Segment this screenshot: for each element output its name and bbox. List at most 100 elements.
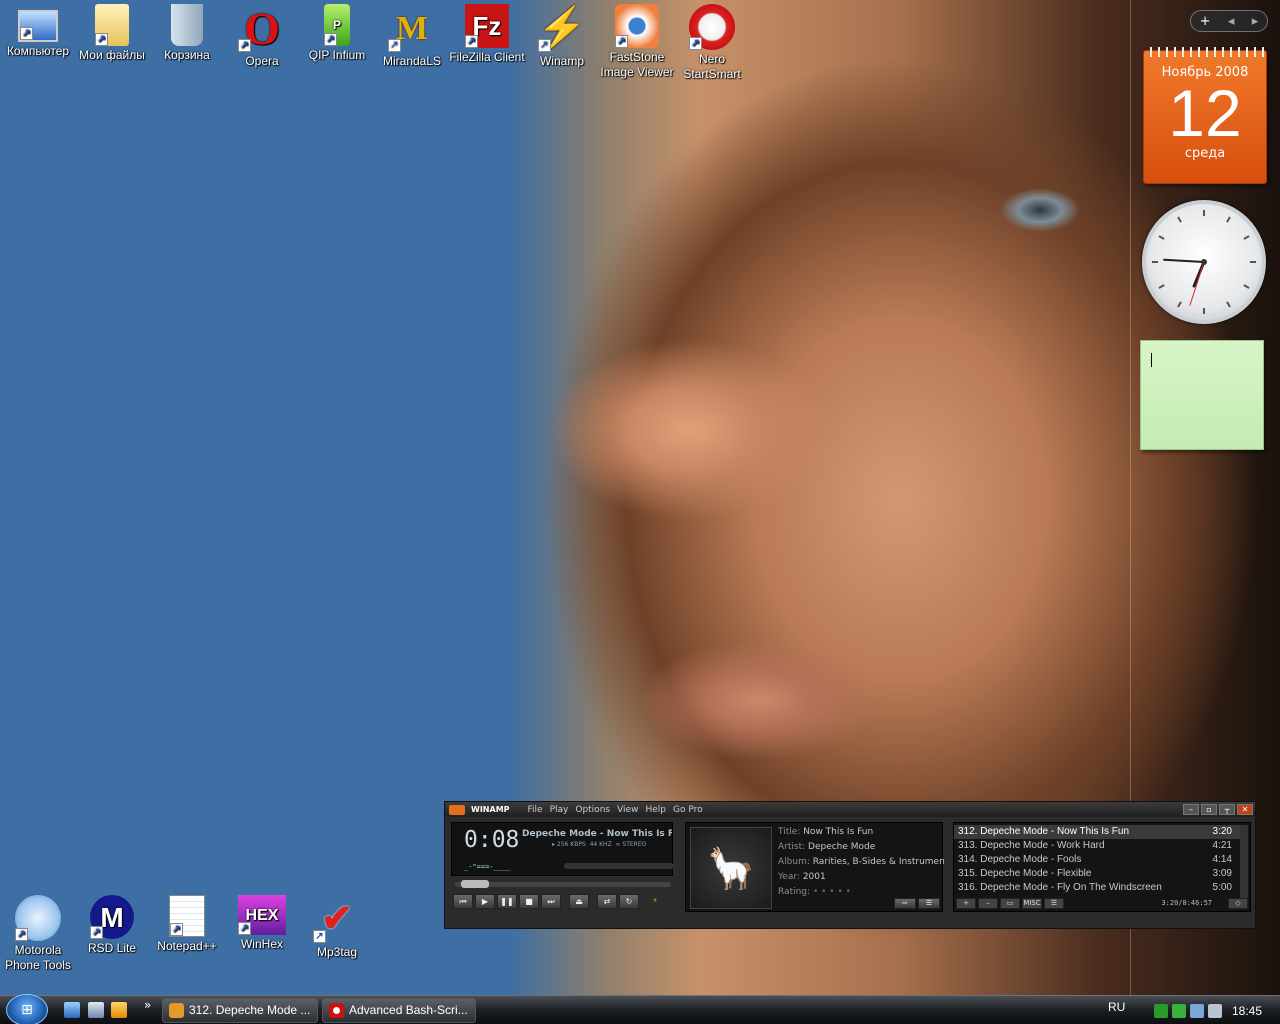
desktop-icon-winhex[interactable]: HEX ↗ WinHex [224,893,300,952]
stop-button[interactable]: ■ [519,894,539,909]
quick-launch-chevron-icon[interactable]: » [144,998,151,1012]
minimize-button[interactable]: – [1183,804,1199,815]
add-gadget-icon[interactable]: + [1200,14,1211,29]
desktop-icon-recycle-bin[interactable]: Корзина [149,2,225,63]
menu-view[interactable]: View [617,805,638,815]
show-desktop-icon[interactable] [64,1002,80,1018]
desktop-icon-notepadpp[interactable]: ↗ Notepad++ [149,893,225,954]
mp3tag-icon: ✔ ↗ [313,895,361,943]
playlist-misc-button[interactable]: MISC [1022,897,1042,909]
desktop-icon-label: RSD Lite [87,941,137,955]
media-player-icon[interactable] [111,1002,127,1018]
menu-file[interactable]: File [528,805,543,815]
winamp-player-panel: 0:08 Depeche Mode - Now This Is Fun ▸ 25… [451,822,674,914]
seek-knob[interactable] [461,880,489,888]
bitrate-value: 256 [556,841,569,848]
desktop-icon-winamp[interactable]: ⚡ ↗ Winamp [524,2,600,69]
seek-bar[interactable] [455,880,671,888]
menu-help[interactable]: Help [645,805,666,815]
windows-logo-icon: ⊞ [21,1002,33,1018]
desktop-icon-label: Opera [245,54,279,68]
desktop-icon-miranda[interactable]: M ↗ MirandaLS [374,2,450,69]
desktop-icon-label: Winamp [539,54,584,68]
close-button[interactable]: ✕ [1237,804,1253,815]
repeat-button[interactable]: ↻ [619,894,639,909]
playlist-footer: + – ▭ MISC ☰ 3:20/8:46:57 ◇ [956,897,1248,909]
next-page-icon[interactable]: ▸ [1252,14,1259,29]
desktop-icon-faststone[interactable]: ↗ FastStone Image Viewer [599,2,675,80]
sidebar-controls: + ◂ ▸ [1190,10,1268,32]
playlist-item[interactable]: 314. Depeche Mode - Fools 4:14 [954,853,1242,867]
playlist-add-button[interactable]: + [956,897,976,909]
previous-button[interactable]: ⏮ [453,894,473,909]
meta-menu-icon[interactable]: ☰ [918,898,940,909]
volume-icon[interactable] [1208,1003,1222,1018]
taskbar-button-label: 312. Depeche Mode ... [189,1003,311,1017]
meta-title-row: Title: Now This Is Fun [778,827,874,837]
calendar-rings [1144,47,1266,57]
playlist-select-button[interactable]: ▭ [1000,897,1020,909]
desktop-icon-opera[interactable]: O ↗ Opera [224,2,300,69]
desktop-icon-rsd-lite[interactable]: M ↗ RSD Lite [74,893,150,956]
desktop-icon-mp3tag[interactable]: ✔ ↗ Mp3tag [299,893,375,960]
desktop-icon-qip[interactable]: P ↗ QIP Infium [299,2,375,63]
menu-options[interactable]: Options [575,805,610,815]
menu-go-pro[interactable]: Go Pro [673,805,703,815]
system-clock[interactable]: 18:45 [1232,1004,1262,1018]
winhex-icon: HEX ↗ [238,895,286,935]
desktop-icon-motorola-phone-tools[interactable]: ↗ Motorola Phone Tools [0,893,76,973]
meta-rating[interactable]: • • • • • [813,887,851,897]
meta-year: 2001 [802,872,826,882]
playlist-item[interactable]: 316. Depeche Mode - Fly On The Windscree… [954,881,1242,895]
menu-play[interactable]: Play [550,805,569,815]
desktop-icon-label: MirandaLS [382,54,442,68]
playlist-remove-button[interactable]: – [978,897,998,909]
playlist-item[interactable]: 313. Depeche Mode - Work Hard 4:21 [954,839,1242,853]
playlist-panel: 312. Depeche Mode - Now This Is Fun 3:20 … [953,822,1251,912]
stereo-label: STEREO [622,841,647,848]
desktop-icon-label: FastStone Image Viewer [600,50,674,79]
volume-slider[interactable] [564,863,674,869]
taskbar-button-winamp[interactable]: 312. Depeche Mode ... [162,998,318,1023]
pause-button[interactable]: ❚❚ [497,894,517,909]
winamp-window[interactable]: WINAMP File Play Options View Help Go Pr… [444,801,1256,929]
desktop-icon-my-files[interactable]: ↗ Мои файлы [74,2,150,63]
eject-button[interactable]: ⏏ [569,894,589,909]
start-button[interactable]: ⊞ [6,994,48,1024]
desktop-icon-filezilla[interactable]: Fz ↗ FileZilla Client [449,2,525,65]
language-indicator[interactable]: RU [1108,1000,1125,1014]
desktop-icon-nero[interactable]: ↗ Nero StartSmart [674,2,750,82]
desktop-icon-label: Motorola Phone Tools [5,943,71,972]
previous-page-icon[interactable]: ◂ [1228,14,1235,29]
tray-app-icon[interactable] [1154,1003,1168,1018]
visualizer[interactable]: _-"===-____ [464,863,510,871]
playlist-item[interactable]: 315. Depeche Mode - Flexible 3:09 [954,867,1242,881]
network-icon[interactable] [1190,1003,1204,1018]
calendar-gadget[interactable]: Ноябрь 2008 12 среда [1143,47,1267,184]
switch-windows-icon[interactable] [88,1002,104,1018]
opera-icon [329,1003,344,1018]
sticky-note-gadget[interactable] [1140,340,1264,450]
shade-button[interactable]: ┬ [1219,804,1235,815]
play-button[interactable]: ▶ [475,894,495,909]
desktop-icon-computer[interactable]: ↗ Компьютер [0,2,76,59]
nero-icon: ↗ [689,4,735,50]
taskbar-button-opera[interactable]: Advanced Bash-Scri... [322,998,476,1023]
restore-button[interactable]: ▫ [1201,804,1217,815]
calendar-weekday: среда [1184,146,1226,161]
playlist-scrollbar[interactable] [1240,825,1248,901]
send-to-icon[interactable]: ⇨ [894,898,916,909]
playlist-item[interactable]: 312. Depeche Mode - Now This Is Fun 3:20 [954,825,1242,839]
tray-qip-icon[interactable] [1172,1003,1186,1018]
playlist-options-button[interactable]: ◇ [1228,897,1248,909]
clock-gadget[interactable] [1142,200,1266,324]
winamp-bolt-icon[interactable]: ⚡ [645,894,665,909]
winamp-titlebar[interactable]: WINAMP File Play Options View Help Go Pr… [445,802,1255,817]
winamp-logo-icon [449,804,465,815]
shuffle-button[interactable]: ⇄ [597,894,617,909]
elapsed-time[interactable]: 0:08 [464,827,519,853]
next-button[interactable]: ⏭ [541,894,561,909]
playlist-list-button[interactable]: ☰ [1044,897,1064,909]
meta-artist-row: Artist: Depeche Mode [778,842,876,852]
clock-second-hand [1189,261,1205,306]
